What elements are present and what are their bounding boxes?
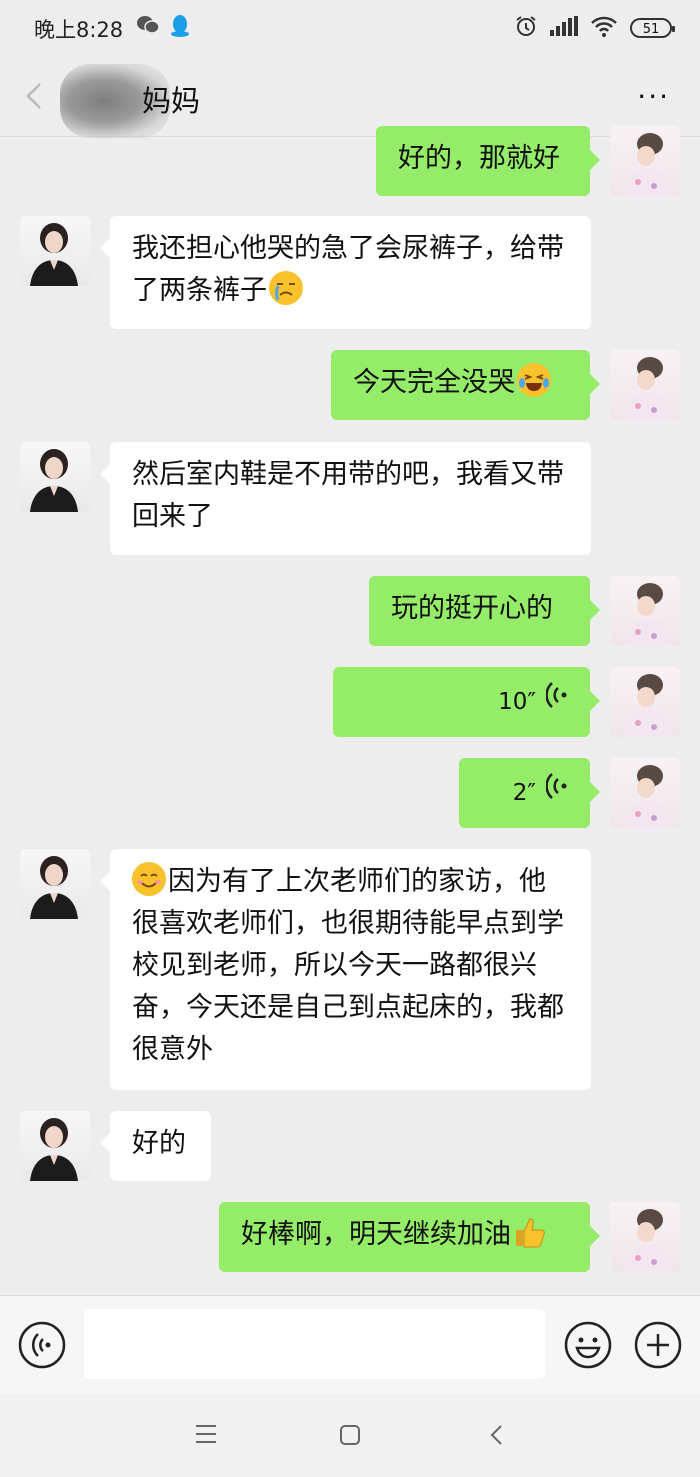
incoming-bubble[interactable]: 因为有了上次老师们的家访，他很喜欢老师们，也很期待能早点到学校见到老师，所以今天… <box>100 849 591 1090</box>
voice-input-icon[interactable] <box>18 1321 66 1369</box>
thumbs-up-icon <box>513 1215 547 1249</box>
chat-header: 妈妈 ··· <box>0 58 700 138</box>
plus-icon[interactable] <box>634 1321 682 1369</box>
contact-avatar[interactable] <box>20 442 90 512</box>
message-text: 因为有了上次老师们的家访，他很喜欢老师们，也很期待能早点到学校见到老师，所以今天… <box>132 866 564 1065</box>
back-arrow-icon[interactable] <box>22 80 50 112</box>
input-bar <box>0 1295 700 1394</box>
voice-wave-icon <box>536 772 568 814</box>
wechat-icon <box>136 14 160 42</box>
voice-message[interactable]: 10″ <box>333 667 600 737</box>
my-avatar[interactable] <box>610 126 680 196</box>
smiling-face-icon <box>132 862 166 896</box>
status-bar: 晚上8:28 51 <box>0 0 700 58</box>
message-text: 今天完全没哭 <box>353 367 515 398</box>
my-avatar[interactable] <box>610 1202 680 1272</box>
message-text: 好的，那就好 <box>398 143 560 174</box>
outgoing-bubble[interactable]: 好的，那就好 <box>376 126 600 196</box>
voice-message[interactable]: 2″ <box>459 758 600 828</box>
crying-face-icon <box>269 271 303 305</box>
contact-avatar[interactable] <box>20 849 90 919</box>
voice-duration: 10″ <box>498 689 536 715</box>
wifi-icon <box>590 15 618 41</box>
outgoing-bubble[interactable]: 今天完全没哭 <box>331 350 600 420</box>
my-avatar[interactable] <box>610 576 680 646</box>
incoming-bubble[interactable]: 我还担心他哭的急了会尿裤子，给带了两条裤子 <box>100 216 591 329</box>
battery-indicator: 51 <box>630 18 675 38</box>
system-nav-bar <box>0 1393 700 1477</box>
chat-title: 妈妈 <box>142 84 201 118</box>
status-time: 晚上8:28 <box>34 18 124 42</box>
home-icon[interactable] <box>338 1423 362 1451</box>
voice-wave-icon <box>536 681 568 723</box>
contact-avatar[interactable] <box>20 1111 90 1181</box>
alarm-icon <box>514 14 538 42</box>
message-text: 好棒啊，明天继续加油 <box>241 1219 511 1250</box>
message-input[interactable] <box>84 1309 545 1379</box>
incoming-bubble[interactable]: 然后室内鞋是不用带的吧，我看又带回来了 <box>100 442 591 555</box>
outgoing-bubble[interactable]: 玩的挺开心的 <box>369 576 600 646</box>
message-text: 我还担心他哭的急了会尿裤子，给带了两条裤子 <box>132 233 564 306</box>
message-text: 玩的挺开心的 <box>391 593 553 624</box>
outgoing-bubble[interactable]: 好棒啊，明天继续加油 <box>219 1202 600 1272</box>
incoming-bubble[interactable]: 好的 <box>100 1111 211 1181</box>
my-avatar[interactable] <box>610 758 680 828</box>
my-avatar[interactable] <box>610 350 680 420</box>
message-text: 好的 <box>132 1128 186 1159</box>
menu-icon[interactable] <box>194 1423 218 1449</box>
voice-duration: 2″ <box>512 780 536 806</box>
back-nav-icon[interactable] <box>486 1423 508 1451</box>
qq-icon <box>170 14 190 42</box>
laughing-tears-icon <box>517 363 551 397</box>
contact-avatar[interactable] <box>20 216 90 286</box>
message-text: 然后室内鞋是不用带的吧，我看又带回来了 <box>132 459 564 532</box>
signal-icon <box>550 16 578 40</box>
emoji-icon[interactable] <box>564 1321 612 1369</box>
more-options-icon[interactable]: ··· <box>637 80 670 113</box>
my-avatar[interactable] <box>610 667 680 737</box>
